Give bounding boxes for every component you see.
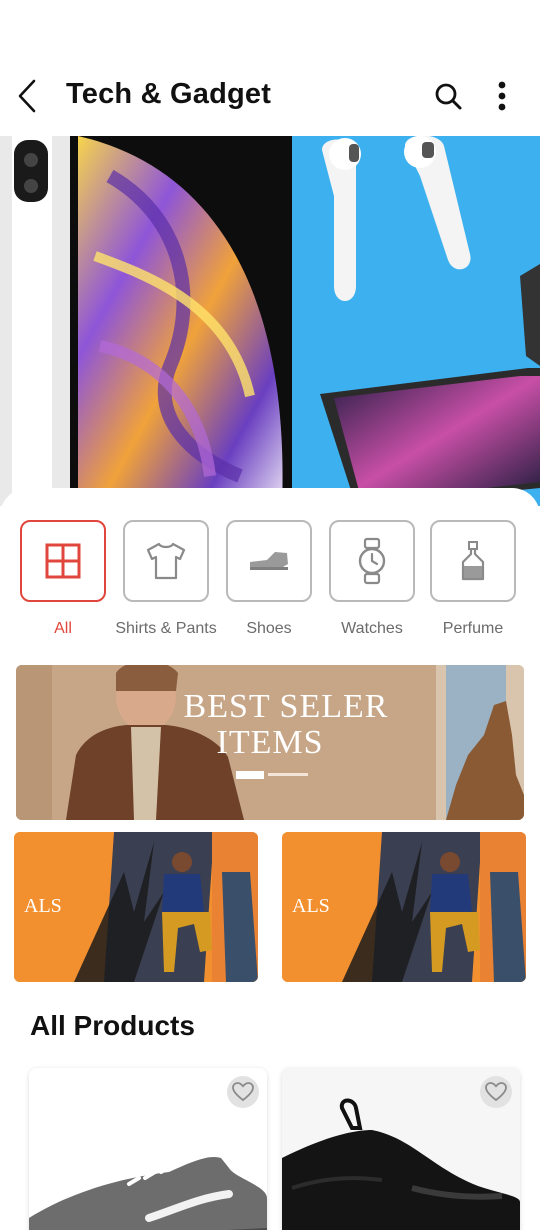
deals-banner-right[interactable]: ALS [282,832,526,982]
deals-banner-image: ALS [14,832,258,982]
tshirt-icon [146,542,186,580]
category-icon-box [20,520,106,602]
heart-icon [485,1082,507,1102]
app-bar: Tech & Gadget [0,60,540,136]
category-icon-box [329,520,415,602]
shoe-icon [250,552,288,570]
perfume-icon [461,541,485,581]
search-icon [435,83,462,110]
promo-title-line1: BEST SELER [184,688,389,725]
best-seller-image: BEST SELER ITEMS [16,665,524,820]
deals-banner-left[interactable]: ALS [14,832,258,982]
deals-banner-image: ALS [282,832,526,982]
search-button[interactable] [430,78,466,114]
watch-icon [358,537,386,585]
category-icon-box [430,520,516,602]
deals-text: ALS [292,895,330,917]
category-icon-box [226,520,312,602]
favorite-button[interactable] [480,1076,512,1108]
all-products-title: All Products [30,1010,195,1041]
more-vertical-icon [498,81,506,111]
category-list: All Shirts & Pants Shoes Watches Perfume [0,520,540,650]
favorite-button[interactable] [227,1076,259,1108]
status-bar [0,0,540,60]
category-label: Perfume [442,620,504,637]
page-title: Tech & Gadget [66,78,272,110]
promo-title-line2: ITEMS [217,724,324,761]
back-button[interactable] [12,76,48,116]
more-options-button[interactable] [488,78,516,114]
best-seller-banner[interactable]: BEST SELER ITEMS [16,665,524,820]
heart-icon [232,1082,254,1102]
category-perfume[interactable]: Perfume [423,520,523,650]
content-sheet: All Shirts & Pants Shoes Watches Perfume… [0,488,540,1230]
category-icon-box [123,520,209,602]
product-card[interactable] [29,1068,267,1230]
chevron-left-icon [18,79,36,113]
product-card[interactable] [282,1068,520,1230]
grid-icon [45,543,81,579]
deals-text: ALS [24,895,62,917]
hero-banner[interactable] [0,136,540,506]
hero-banner-image [0,136,540,506]
